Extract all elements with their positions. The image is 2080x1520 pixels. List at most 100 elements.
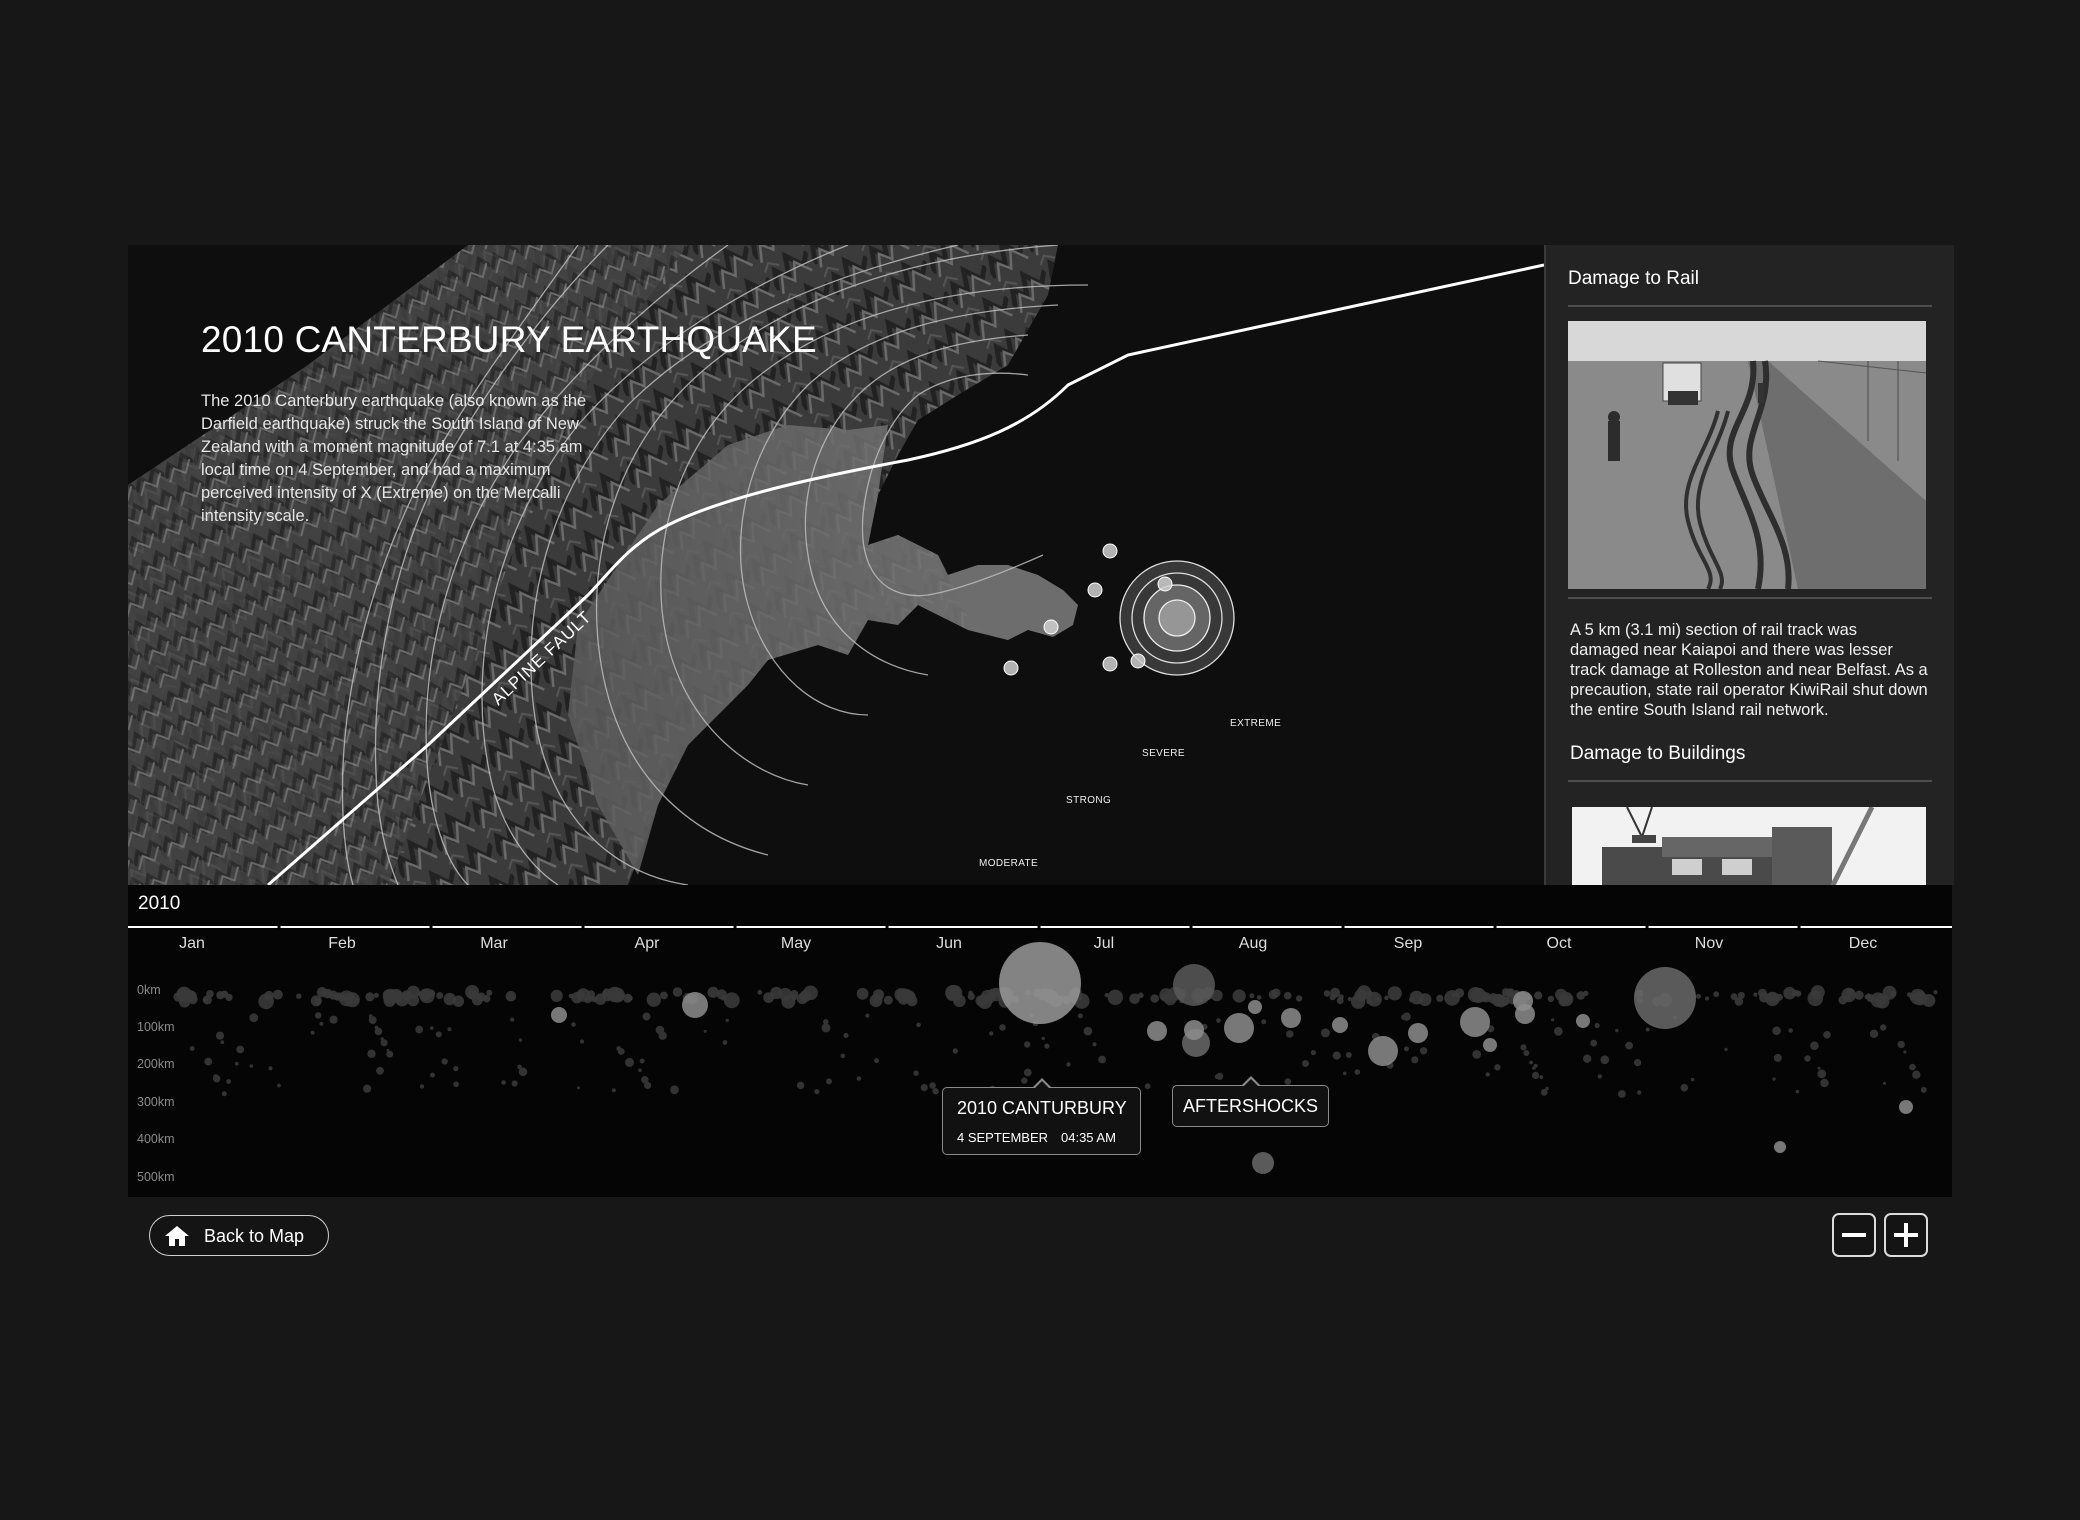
month-label[interactable]: Sep (1394, 935, 1422, 953)
quake-dot (952, 1048, 958, 1054)
quake-dot (1705, 996, 1709, 1001)
quake-dot (577, 1086, 580, 1090)
quake-dot (1724, 1047, 1728, 1052)
quake-dot (226, 1079, 231, 1084)
quake-dot (1555, 988, 1568, 1001)
quake-dot (1092, 1042, 1097, 1047)
aftershocks-callout[interactable]: AFTERSHOCKS (1172, 1076, 1329, 1127)
quake-dot (1637, 1090, 1642, 1095)
month-label[interactable]: Mar (480, 935, 508, 953)
quake-dot (1485, 1072, 1490, 1077)
quake-dot (221, 1091, 227, 1097)
back-to-map-button[interactable]: Back to Map (149, 1215, 329, 1256)
quake-dot (384, 990, 394, 1000)
plus-icon (1894, 1223, 1918, 1247)
quake-dot (571, 1022, 576, 1027)
quake-dot (790, 990, 799, 998)
quake-dot (1545, 1086, 1549, 1091)
quake-dot (380, 1039, 388, 1047)
quake-dot (660, 991, 668, 1000)
quake-dot (272, 989, 283, 1000)
quake-dot (571, 992, 583, 1004)
rail-damage-heading: Damage to Rail (1568, 268, 1699, 289)
quake-dot (296, 993, 302, 999)
quake-dot (814, 1089, 820, 1095)
quake-dot (1523, 1050, 1530, 1056)
quake-dot (602, 990, 608, 997)
quake-dot (1021, 1077, 1028, 1084)
quake-dot (1547, 995, 1555, 1003)
quake-dot (1310, 1050, 1316, 1056)
month-label[interactable]: Dec (1849, 935, 1877, 953)
details-side-panel[interactable]: Damage to Rail A 5 km (3.1 mi) section o… (1544, 245, 1954, 885)
quake-dot (204, 1057, 213, 1066)
main-event-callout[interactable]: 2010 CANTURBURY 4 SEPTEMBER 04:35 AM (942, 1078, 1141, 1155)
quake-dot (579, 1039, 585, 1044)
quake-dot (725, 1018, 729, 1022)
rail-damage-photo (1568, 321, 1926, 589)
zoom-in-button[interactable] (1884, 1213, 1928, 1257)
quake-dot (1184, 1020, 1204, 1040)
month-label[interactable]: May (781, 935, 811, 953)
earthquake-timeline[interactable]: 2010 Jan Feb Mar Apr May Jun Jul Aug Sep… (128, 885, 1952, 1197)
month-label[interactable]: Oct (1547, 935, 1572, 953)
quake-dot (221, 990, 229, 998)
month-label[interactable]: Feb (328, 935, 356, 953)
month-label[interactable]: Jun (936, 935, 962, 953)
quake-dot (932, 1088, 939, 1095)
month-label[interactable]: Jan (179, 935, 205, 953)
quake-dot (1023, 1068, 1032, 1077)
quake-dot (1249, 993, 1255, 999)
quake-dot (453, 1066, 459, 1072)
quake-dot (1795, 1089, 1800, 1094)
quake-dot (1618, 1090, 1626, 1098)
quake-dot (1323, 990, 1331, 997)
quake-dot (435, 1031, 442, 1038)
quake-dot (1680, 1083, 1689, 1092)
month-label[interactable]: Apr (635, 935, 660, 953)
quake-dot (843, 1033, 849, 1038)
quake-dot (1883, 1081, 1886, 1085)
quake-dot (310, 1030, 315, 1035)
quake-dot (1713, 991, 1720, 998)
month-label[interactable]: Jul (1094, 935, 1114, 953)
major-quake-dots[interactable] (551, 942, 1913, 1174)
quake-dot (1869, 1029, 1879, 1038)
quake-dot (1933, 990, 1938, 995)
quake-dot (1150, 994, 1159, 1003)
quake-dot (1912, 1070, 1921, 1079)
quake-dot (365, 992, 375, 1002)
quake-dot (1920, 1086, 1927, 1093)
quake-dot (1411, 1056, 1419, 1064)
quake-dot (612, 988, 623, 999)
quake-dot (916, 1022, 921, 1028)
quake-dot (1483, 1038, 1497, 1052)
quake-dot (386, 1050, 394, 1058)
quake-dot (430, 1026, 434, 1030)
quake-dot (1880, 1024, 1887, 1031)
map-panel[interactable]: 2010 CANTERBURY EARTHQUAKE The 2010 Cant… (128, 245, 1544, 885)
zoom-out-button[interactable] (1832, 1213, 1876, 1257)
quake-dot (670, 1085, 679, 1095)
quake-dot (1590, 1039, 1598, 1047)
quake-dot (1737, 991, 1745, 999)
quake-dot (363, 1084, 372, 1093)
quake-dot (1515, 1004, 1535, 1024)
quake-dot (722, 1040, 728, 1045)
intro-text: The 2010 Canterbury earthquake (also kno… (201, 392, 587, 525)
quake-dot (329, 1015, 338, 1024)
quake-dot (1302, 1060, 1309, 1067)
quake-dot (1878, 997, 1886, 1005)
quake-dot (1774, 1141, 1786, 1153)
quake-dot (407, 994, 420, 1007)
quake-dot (1772, 1077, 1776, 1081)
depth-label: 500km (137, 1170, 175, 1184)
quake-dot (213, 1075, 221, 1083)
quake-dot (510, 1017, 515, 1022)
month-label[interactable]: Aug (1239, 935, 1267, 953)
quake-dot (1634, 967, 1696, 1029)
quake-dot (1810, 1041, 1819, 1050)
quake-dot (206, 990, 214, 998)
quake-dot (1066, 1062, 1071, 1067)
month-label[interactable]: Nov (1695, 935, 1723, 953)
